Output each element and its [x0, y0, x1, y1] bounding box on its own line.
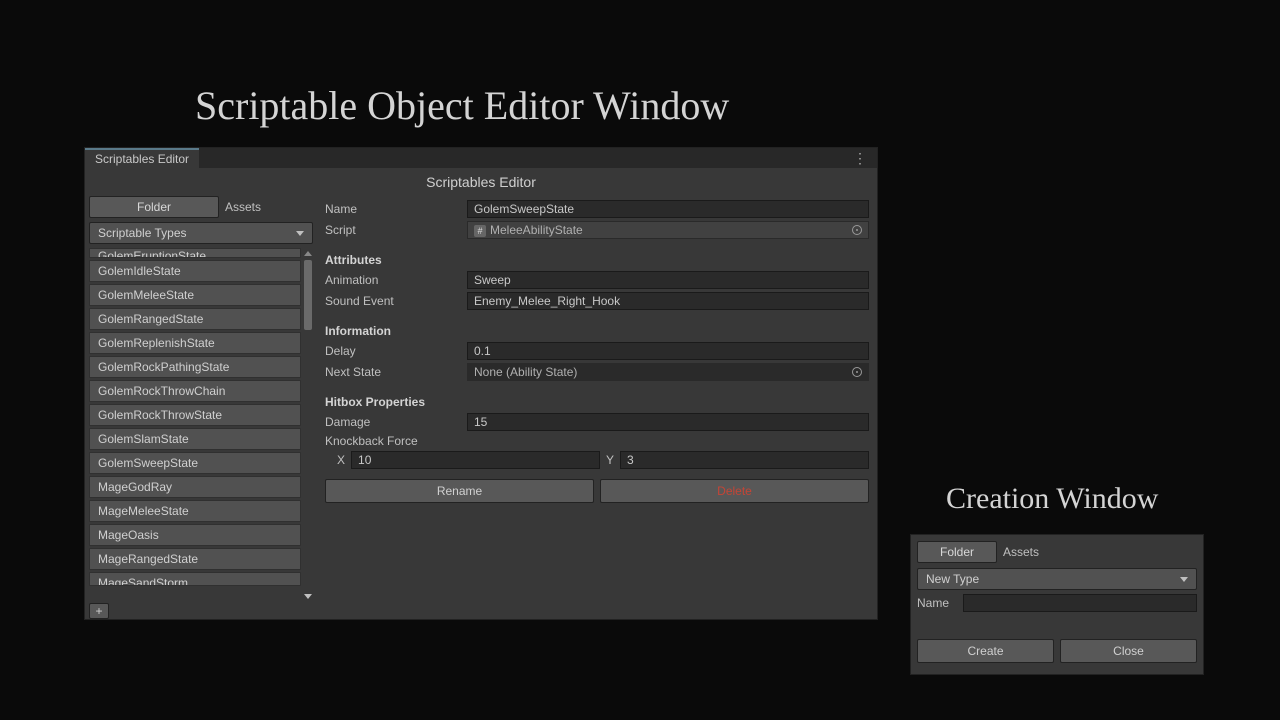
list-item[interactable]: GolemRockPathingState — [89, 356, 301, 378]
nextstate-label: Next State — [325, 365, 461, 379]
animation-input[interactable] — [467, 271, 869, 289]
chevron-down-icon — [1180, 577, 1188, 582]
list-item[interactable]: MageGodRay — [89, 476, 301, 498]
folder-button[interactable]: Folder — [89, 196, 219, 218]
script-field[interactable]: # MeleeAbilityState — [467, 221, 869, 239]
list-item[interactable]: GolemRockThrowState — [89, 404, 301, 426]
dropdown-label: Scriptable Types — [98, 226, 187, 240]
name-label: Name — [917, 596, 957, 610]
assets-label: Assets — [225, 200, 261, 214]
script-value: MeleeAbilityState — [490, 223, 583, 237]
damage-input[interactable] — [467, 413, 869, 431]
editor-window: Scriptables Editor ⋮ Scriptables Editor … — [84, 147, 878, 620]
object-picker-icon[interactable] — [852, 225, 862, 235]
page-title: Scriptable Object Editor Window — [195, 82, 729, 129]
hitbox-header: Hitbox Properties — [325, 395, 869, 409]
list-item[interactable]: GolemEruptionState — [89, 248, 301, 258]
list-item[interactable]: MageMeleeState — [89, 500, 301, 522]
list-item[interactable]: GolemRockThrowChain — [89, 380, 301, 402]
scrollbar[interactable] — [303, 248, 313, 601]
information-header: Information — [325, 324, 869, 338]
list-item[interactable]: GolemMeleeState — [89, 284, 301, 306]
script-label: Script — [325, 223, 461, 237]
x-label: X — [337, 453, 345, 467]
scroll-thumb[interactable] — [304, 260, 312, 330]
list-item[interactable]: GolemReplenishState — [89, 332, 301, 354]
scroll-down-icon — [304, 594, 312, 599]
name-input[interactable] — [467, 200, 869, 218]
creation-title: Creation Window — [946, 482, 1158, 516]
attributes-header: Attributes — [325, 253, 869, 267]
delay-input[interactable] — [467, 342, 869, 360]
animation-label: Animation — [325, 273, 461, 287]
list-item[interactable]: MageRangedState — [89, 548, 301, 570]
window-tab[interactable]: Scriptables Editor — [85, 148, 199, 168]
add-button[interactable]: + — [89, 603, 109, 619]
close-button[interactable]: Close — [1060, 639, 1197, 663]
creation-window: Folder Assets New Type Name Create Close — [910, 534, 1204, 675]
x-input[interactable] — [351, 451, 600, 469]
assets-label: Assets — [1003, 545, 1039, 559]
nextstate-value: None (Ability State) — [474, 365, 577, 379]
folder-button[interactable]: Folder — [917, 541, 997, 563]
object-picker-icon[interactable] — [852, 367, 862, 377]
list-item[interactable]: GolemSlamState — [89, 428, 301, 450]
kebab-menu-icon[interactable]: ⋮ — [843, 150, 877, 167]
sound-label: Sound Event — [325, 294, 461, 308]
dropdown-label: New Type — [926, 572, 979, 586]
list-item[interactable]: GolemRangedState — [89, 308, 301, 330]
list-item[interactable]: GolemIdleState — [89, 260, 301, 282]
delay-label: Delay — [325, 344, 461, 358]
y-label: Y — [606, 453, 614, 467]
asset-list: GolemEruptionState GolemIdleState GolemM… — [89, 248, 313, 601]
chevron-down-icon — [296, 231, 304, 236]
scriptable-types-dropdown[interactable]: Scriptable Types — [89, 222, 313, 244]
delete-button[interactable]: Delete — [600, 479, 869, 503]
window-tab-bar: Scriptables Editor ⋮ — [85, 148, 877, 168]
sound-input[interactable] — [467, 292, 869, 310]
list-item[interactable]: GolemSweepState — [89, 452, 301, 474]
left-panel: Folder Assets Scriptable Types GolemErup… — [85, 196, 317, 619]
create-button[interactable]: Create — [917, 639, 1054, 663]
name-input[interactable] — [963, 594, 1197, 612]
name-label: Name — [325, 202, 461, 216]
script-icon: # — [474, 225, 486, 237]
inspector-panel: Name Script # MeleeAbilityState Attribute… — [317, 196, 877, 619]
nextstate-field[interactable]: None (Ability State) — [467, 363, 869, 381]
list-item[interactable]: MageSandStorm — [89, 572, 301, 586]
list-item[interactable]: MageOasis — [89, 524, 301, 546]
new-type-dropdown[interactable]: New Type — [917, 568, 1197, 590]
damage-label: Damage — [325, 415, 461, 429]
window-header: Scriptables Editor — [85, 168, 877, 196]
rename-button[interactable]: Rename — [325, 479, 594, 503]
scroll-up-icon — [304, 251, 312, 256]
y-input[interactable] — [620, 451, 869, 469]
knockback-label: Knockback Force — [325, 434, 869, 448]
